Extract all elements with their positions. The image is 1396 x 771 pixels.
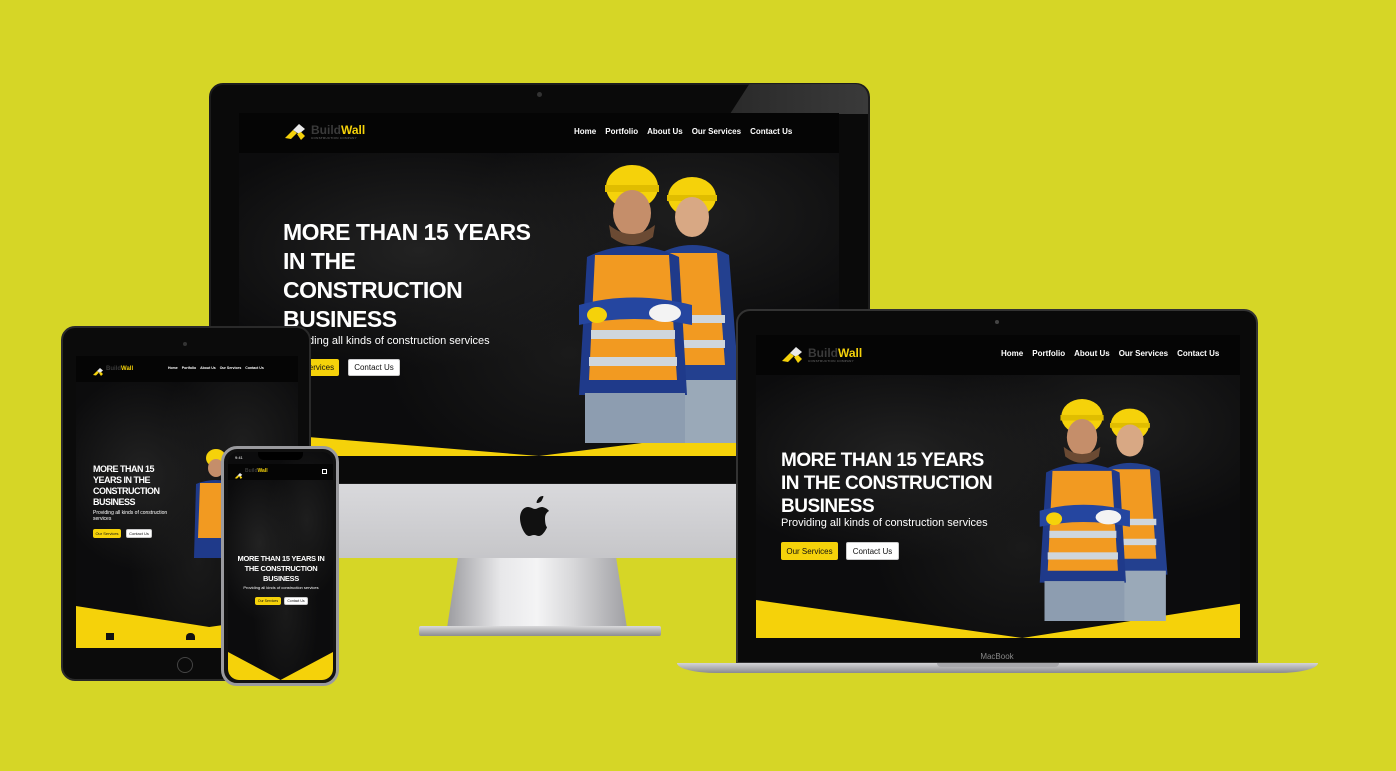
- hero-title: MORE THAN 15 YEARS IN THE CONSTRUCTION B…: [781, 450, 993, 517]
- logo-build-text: Build: [311, 123, 341, 137]
- macbook-screen: BuildWall CONSTRUCTION COMPANY Home Port…: [756, 335, 1240, 638]
- nav-portfolio[interactable]: Portfolio: [1032, 349, 1065, 358]
- site-logo[interactable]: BuildWall: [234, 467, 268, 479]
- nav-home[interactable]: Home: [574, 127, 596, 136]
- our-services-button[interactable]: Our Services: [781, 542, 838, 560]
- logo-wall-text: Wall: [341, 123, 366, 137]
- imac-camera: [537, 92, 542, 97]
- nav-home[interactable]: Home: [1001, 349, 1023, 358]
- status-time: 9:41: [235, 455, 243, 460]
- imac-stand: [447, 558, 627, 628]
- hero-subtitle: Providing all kinds of construction serv…: [781, 517, 988, 529]
- macbook-label: MacBook: [980, 652, 1014, 661]
- logo-build-text: Build: [808, 346, 838, 360]
- nav-about[interactable]: About Us: [647, 127, 683, 136]
- logo-mark-icon: [283, 122, 307, 142]
- hamburger-menu-icon[interactable]: [322, 469, 327, 474]
- site-logo[interactable]: BuildWall CONSTRUCTION COMPANY: [780, 345, 862, 365]
- nav-links: Home Portfolio About Us Our Services Con…: [574, 127, 792, 136]
- macbook-notch: [937, 663, 1059, 667]
- hero-subtitle: Providing all kinds of construction serv…: [243, 585, 319, 590]
- hero-title: MORE THAN 15 YEARS IN THE CONSTRUCTION B…: [237, 554, 325, 583]
- macbook-camera: [995, 320, 999, 324]
- site-navbar: BuildWall Home Portfolio About Us Our Se…: [76, 356, 298, 382]
- logo-wall-text: Wall: [257, 467, 268, 474]
- site-navbar: BuildWall CONSTRUCTION COMPANY Home Port…: [756, 335, 1240, 375]
- workers-image: [1012, 399, 1192, 621]
- our-services-button[interactable]: Our Services: [93, 529, 121, 538]
- contact-us-button[interactable]: Contact Us: [126, 529, 152, 538]
- imac-stand-base: [419, 626, 661, 636]
- logo-wall-text: Wall: [121, 366, 134, 372]
- nav-contact[interactable]: Contact Us: [750, 127, 792, 136]
- ipad-camera: [183, 342, 187, 346]
- nav-links: Home Portfolio About Us Our Services Con…: [1001, 349, 1219, 358]
- nav-home[interactable]: Home: [168, 366, 178, 370]
- our-services-button[interactable]: Our Services: [255, 597, 281, 605]
- site-logo[interactable]: BuildWall CONSTRUCTION COMPANY: [283, 122, 365, 142]
- nav-about[interactable]: About Us: [200, 366, 216, 370]
- nav-links: Home Portfolio About Us Our Services Con…: [168, 366, 264, 370]
- apple-logo-icon: [520, 496, 556, 538]
- iphone-screen: 9:41 BuildWall MORE THAN 15 YEARS IN THE…: [228, 452, 333, 680]
- contact-us-button[interactable]: Contact Us: [846, 542, 899, 560]
- nav-portfolio[interactable]: Portfolio: [605, 127, 638, 136]
- nav-contact[interactable]: Contact Us: [245, 366, 263, 370]
- nav-services[interactable]: Our Services: [220, 366, 242, 370]
- logo-wall-text: Wall: [838, 346, 863, 360]
- iphone-notch: [258, 452, 303, 460]
- nav-portfolio[interactable]: Portfolio: [182, 366, 196, 370]
- building-icon: [106, 633, 114, 640]
- nav-contact[interactable]: Contact Us: [1177, 349, 1219, 358]
- contact-us-button[interactable]: Contact Us: [348, 359, 400, 376]
- logo-build-text: Build: [106, 366, 121, 372]
- hero-subtitle: Providing all kinds of construction serv…: [93, 510, 168, 522]
- hero-title: MORE THAN 15 YEARS IN THE CONSTRUCTION B…: [93, 464, 160, 507]
- imac-glare: [730, 84, 868, 114]
- logo-build-text: Build: [245, 467, 258, 474]
- nav-services[interactable]: Our Services: [1119, 349, 1168, 358]
- workers-image: [557, 165, 757, 443]
- hero-title: MORE THAN 15 YEARS IN THE CONSTRUCTION B…: [283, 219, 531, 332]
- site-navbar: BuildWall CONSTRUCTION COMPANY Home Port…: [239, 113, 839, 153]
- logo-mark-icon: [92, 364, 104, 376]
- nav-about[interactable]: About Us: [1074, 349, 1110, 358]
- site-navbar: BuildWall: [228, 464, 333, 480]
- hero-subtitle: Providing all kinds of construction serv…: [283, 335, 490, 347]
- ipad-home-button[interactable]: [177, 657, 193, 673]
- site-logo[interactable]: BuildWall: [92, 364, 134, 376]
- contact-us-button[interactable]: Contact Us: [284, 597, 308, 605]
- logo-mark-icon: [234, 467, 243, 479]
- nav-services[interactable]: Our Services: [692, 127, 741, 136]
- logo-mark-icon: [780, 345, 804, 365]
- team-icon: [186, 633, 195, 640]
